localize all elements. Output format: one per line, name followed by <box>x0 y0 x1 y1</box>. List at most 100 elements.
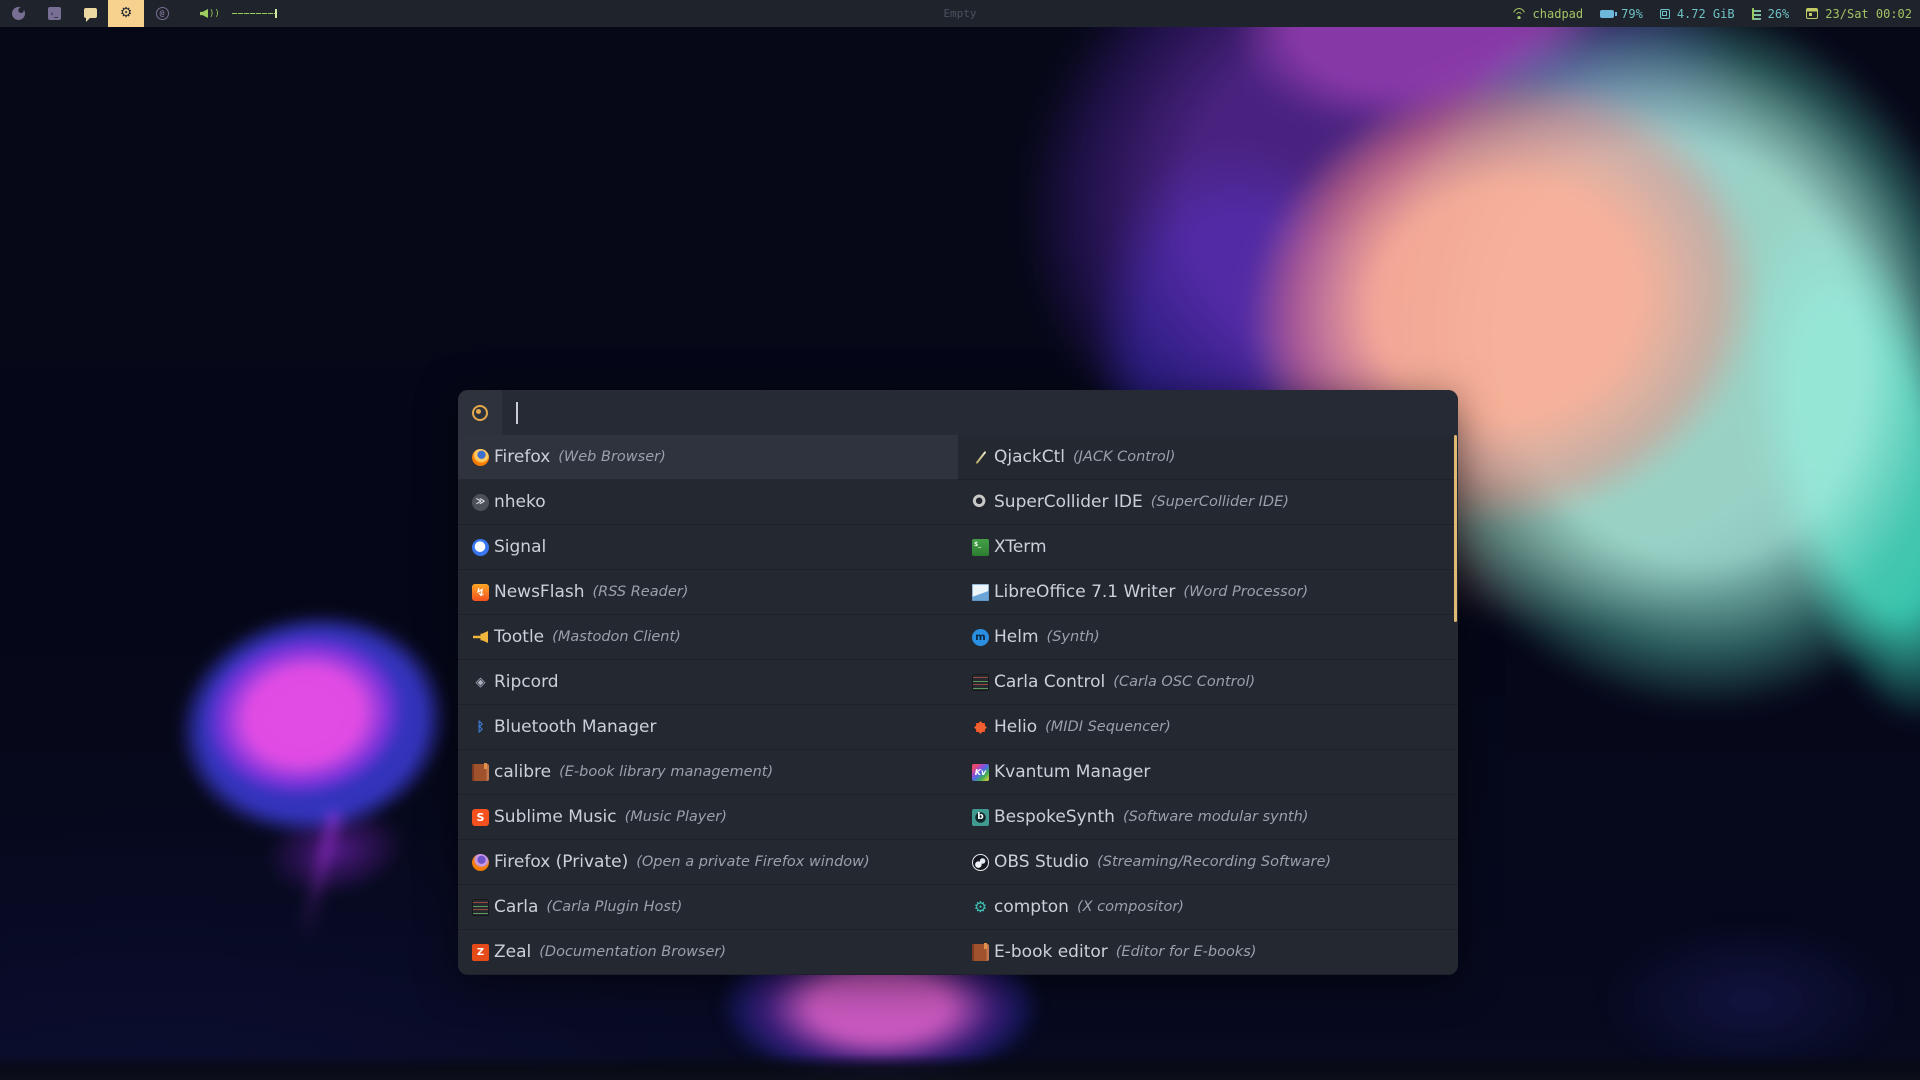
volume-slider-handle[interactable] <box>274 9 277 18</box>
app-name: Firefox <box>494 447 551 467</box>
app-item[interactable]: LibreOffice 7.1 Writer (Word Processor) <box>958 570 1458 615</box>
app-description: (Synth) <box>1046 629 1100 645</box>
app-description: (MIDI Sequencer) <box>1045 719 1171 735</box>
xterm-icon: $_ <box>972 538 989 556</box>
status-label: 23/Sat 00:02 <box>1825 6 1912 21</box>
jellyfish-left <box>123 555 508 924</box>
firefox-private-icon <box>472 853 489 871</box>
app-item[interactable]: Tootle (Mastodon Client) <box>458 615 958 660</box>
app-item[interactable]: Carla Control (Carla OSC Control) <box>958 660 1458 705</box>
status-segment: 4.72 GiB <box>1659 6 1735 21</box>
app-description: (JACK Control) <box>1072 449 1176 465</box>
app-item[interactable]: m Helm (Synth) <box>958 615 1458 660</box>
status-segment: 26% <box>1751 6 1790 21</box>
app-description: (X compositor) <box>1076 899 1184 915</box>
app-column-left: Firefox (Web Browser) ≫ nheko Signal ↯ NewsFla… <box>458 435 958 975</box>
app-name: Zeal <box>494 942 532 962</box>
app-item[interactable]: $_ XTerm <box>958 525 1458 570</box>
cpu-icon <box>1659 8 1670 19</box>
search-input[interactable] <box>502 390 1458 435</box>
app-description: (Open a private Firefox window) <box>636 854 870 870</box>
status-label: 4.72 GiB <box>1676 6 1735 21</box>
status-label: chadpad <box>1532 6 1584 21</box>
app-list: Firefox (Web Browser) ≫ nheko Signal ↯ NewsFla… <box>458 435 1458 975</box>
text-cursor <box>516 401 518 424</box>
workspace-terminal[interactable]: ›_ <box>36 0 72 27</box>
volume-slider[interactable] <box>231 9 277 18</box>
app-item[interactable]: SuperCollider IDE (SuperCollider IDE) <box>958 480 1458 525</box>
app-item[interactable]: calibre (E-book library management) <box>458 750 958 795</box>
zeal-icon: Z <box>472 943 489 961</box>
app-item[interactable]: Signal <box>458 525 958 570</box>
app-item[interactable]: Firefox (Private) (Open a private Firefox… <box>458 840 958 885</box>
app-item[interactable]: QjackCtl (JACK Control) <box>958 435 1458 480</box>
firefox-workspace-icon <box>11 7 25 20</box>
supercollider-icon <box>972 493 989 511</box>
workspace-at[interactable]: @ <box>144 0 180 27</box>
app-item[interactable]: S Sublime Music (Music Player) <box>458 795 958 840</box>
app-name: Tootle <box>494 627 545 647</box>
app-item[interactable]: E-book editor (Editor for E-books) <box>958 930 1458 975</box>
helm-icon: m <box>972 628 989 646</box>
kvantum-icon: Kv <box>972 763 989 781</box>
calendar-icon <box>1806 8 1819 19</box>
app-launcher: Firefox (Web Browser) ≫ nheko Signal ↯ NewsFla… <box>458 390 1458 975</box>
calibre-icon <box>472 762 489 781</box>
launcher-mode-button[interactable] <box>458 390 502 435</box>
app-name: SuperCollider IDE <box>994 492 1143 512</box>
app-description: (Music Player) <box>624 809 727 825</box>
app-item[interactable]: Firefox (Web Browser) <box>458 435 958 480</box>
workspace-firefox-workspace[interactable] <box>0 0 36 27</box>
jellyfish-faint <box>1540 890 1920 1080</box>
newsflash-icon: ↯ <box>472 583 489 601</box>
app-name: LibreOffice 7.1 Writer <box>994 582 1176 602</box>
carla-control-icon <box>972 673 989 691</box>
top-bar: ›_ ⚙ @ )) Empty chadpad 79% 4.72 GiB 26% 23/Sa… <box>0 0 1920 27</box>
app-item[interactable]: Kv Kvantum Manager <box>958 750 1458 795</box>
firefox-icon <box>472 448 489 466</box>
ripcord-icon: ◈ <box>475 674 486 690</box>
app-name: Helio <box>994 717 1038 737</box>
gear-icon: ⚙ <box>119 5 133 21</box>
app-item[interactable]: OBS Studio (Streaming/Recording Software) <box>958 840 1458 885</box>
status-area: chadpad 79% 4.72 GiB 26% 23/Sat 00:02 <box>1495 0 1912 27</box>
seafloor-shadow <box>0 1054 1920 1080</box>
app-description: (Carla OSC Control) <box>1113 674 1256 690</box>
workspace-gear[interactable]: ⚙ <box>108 0 144 27</box>
app-description: (SuperCollider IDE) <box>1150 494 1289 510</box>
app-name: calibre <box>494 762 552 782</box>
at-icon: @ <box>155 7 169 20</box>
app-name: NewsFlash <box>494 582 585 602</box>
helio-icon <box>972 719 989 736</box>
app-name: Carla Control <box>994 672 1106 692</box>
app-name: E-book editor <box>994 942 1108 962</box>
scrollbar[interactable] <box>1454 435 1457 622</box>
app-name: Sublime Music <box>494 807 617 827</box>
wifi-icon <box>1511 8 1526 19</box>
app-description: (Mastodon Client) <box>552 629 681 645</box>
app-name: BespokeSynth <box>994 807 1115 827</box>
workspace-chat[interactable] <box>72 0 108 27</box>
app-description: (Software modular synth) <box>1122 809 1309 825</box>
app-item[interactable]: ↯ NewsFlash (RSS Reader) <box>458 570 958 615</box>
app-name: Signal <box>494 537 547 557</box>
app-item[interactable]: Z Zeal (Documentation Browser) <box>458 930 958 975</box>
app-item[interactable]: ◈ Ripcord <box>458 660 958 705</box>
ebook-editor-icon <box>972 942 989 961</box>
status-segment: chadpad <box>1511 6 1584 21</box>
bluetooth-icon: ᛒ <box>476 719 485 735</box>
app-name: QjackCtl <box>994 447 1065 467</box>
app-name: Bluetooth Manager <box>494 717 657 737</box>
app-item[interactable]: b BespokeSynth (Software modular synth) <box>958 795 1458 840</box>
app-item[interactable]: ᛒ Bluetooth Manager <box>458 705 958 750</box>
volume-control: )) <box>200 9 277 19</box>
sublime-music-icon: S <box>472 808 489 826</box>
status-label: 26% <box>1767 6 1790 21</box>
bespokesynth-icon: b <box>972 808 989 826</box>
app-name: Firefox (Private) <box>494 852 629 872</box>
app-item[interactable]: Helio (MIDI Sequencer) <box>958 705 1458 750</box>
app-item[interactable]: Carla (Carla Plugin Host) <box>458 885 958 930</box>
app-item[interactable]: ⚙ compton (X compositor) <box>958 885 1458 930</box>
status-segment: 79% <box>1600 7 1643 21</box>
app-item[interactable]: ≫ nheko <box>458 480 958 525</box>
